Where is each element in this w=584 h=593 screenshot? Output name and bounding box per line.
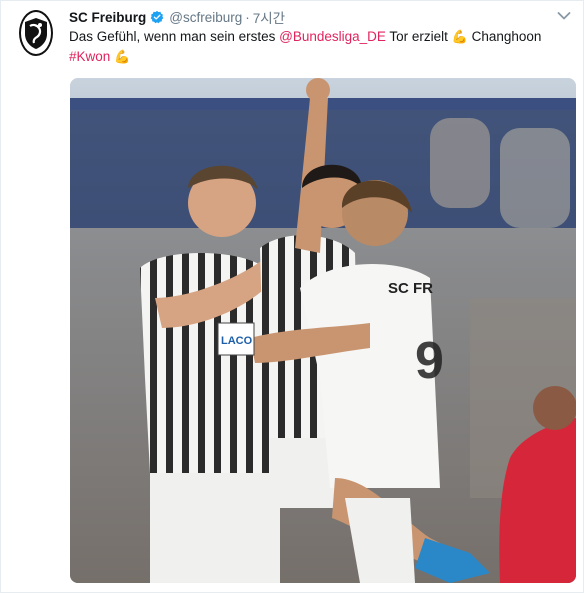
tweet-text: Das Gefühl, wenn man sein erstes @Bundes…: [69, 27, 569, 67]
chevron-down-icon[interactable]: [557, 11, 571, 21]
flexed-biceps-emoji-icon: 💪: [114, 49, 131, 64]
timestamp[interactable]: 7시간: [253, 7, 285, 27]
flexed-biceps-emoji-icon: 💪: [451, 29, 468, 44]
jersey-text: SC FR: [388, 280, 433, 297]
tweet-text-part: Changhoon: [467, 29, 542, 44]
tweet-text-part: Tor erzielt: [385, 29, 452, 44]
separator-dot: ·: [245, 9, 250, 25]
svg-text:9: 9: [415, 332, 444, 390]
tweet-card[interactable]: SC Freiburg @scfreiburg · 7시간 Das Gefühl…: [0, 0, 584, 593]
tweet-header: SC Freiburg @scfreiburg · 7시간: [69, 7, 285, 27]
avatar[interactable]: [19, 10, 53, 56]
tweet-photo[interactable]: SC FR 9 LACO: [70, 78, 576, 583]
sponsor-text: LACO: [221, 335, 253, 347]
celebration-photo: SC FR 9 LACO: [70, 78, 576, 583]
verified-badge-icon: [150, 10, 164, 24]
sc-freiburg-crest-icon: [25, 18, 47, 49]
tweet-text-part: Das Gefühl, wenn man sein erstes: [69, 29, 280, 44]
display-name[interactable]: SC Freiburg: [69, 10, 146, 25]
mention-link[interactable]: @Bundesliga_DE: [279, 29, 386, 44]
handle[interactable]: @scfreiburg: [169, 10, 242, 25]
hashtag-link[interactable]: #Kwon: [69, 49, 110, 64]
